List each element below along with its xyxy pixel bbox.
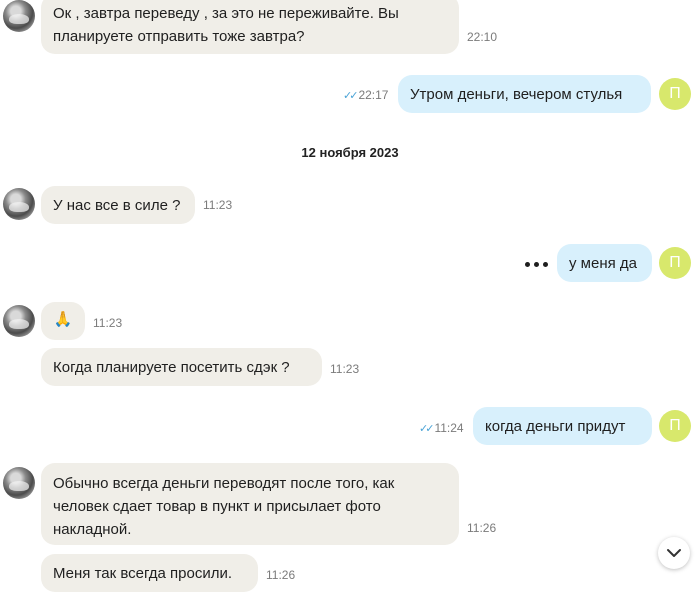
message-time: 22:17	[358, 88, 389, 102]
message-bubble-incoming[interactable]: Обычно всегда деньги переводят после тог…	[41, 463, 459, 545]
message-time: 11:26	[467, 521, 497, 535]
message-bubble-outgoing[interactable]: Утром деньги, вечером стулья	[398, 75, 651, 113]
date-separator: 12 ноября 2023	[301, 145, 399, 160]
scroll-down-button[interactable]	[658, 537, 690, 569]
message-text: планируете отправить тоже завтра?	[53, 28, 305, 45]
message-bubble-outgoing[interactable]: у меня да	[557, 244, 652, 282]
my-avatar[interactable]: П	[659, 78, 691, 110]
message-bubble-incoming[interactable]: Ок , завтра переведу , за это не пережив…	[41, 0, 459, 54]
message-time: 11:26	[266, 568, 296, 582]
message-text: У нас все в силе ?	[53, 197, 181, 214]
message-status: ✓✓ 22:17	[343, 88, 388, 102]
message-text: Обычно всегда деньги переводят после тог…	[53, 475, 395, 492]
double-check-icon: ✓✓	[343, 90, 359, 102]
message-text: Когда планируете посетить сдэк ?	[53, 359, 290, 376]
message-text: Меня так всегда просили.	[53, 565, 233, 582]
message-time: 11:24	[434, 421, 464, 435]
emoji-pray: 🙏	[53, 310, 73, 328]
message-text: Ок , завтра переведу , за это не пережив…	[53, 5, 399, 22]
message-bubble-incoming[interactable]: 🙏	[41, 302, 85, 340]
message-time: 11:23	[203, 198, 233, 212]
message-time: 11:23	[93, 316, 123, 330]
message-time: 22:10	[467, 30, 498, 44]
contact-avatar[interactable]	[3, 467, 35, 499]
message-text: накладной.	[53, 521, 132, 538]
double-check-icon: ✓✓	[419, 423, 435, 435]
message-status: ✓✓ 11:24	[419, 421, 464, 435]
avatar-letter: П	[669, 417, 681, 434]
message-text: человек сдает товар в пункт и присылает …	[53, 498, 381, 515]
message-text: когда деньги придут	[485, 418, 626, 435]
contact-avatar[interactable]	[3, 0, 35, 32]
more-options-icon[interactable]	[525, 262, 548, 267]
avatar-letter: П	[669, 85, 681, 102]
contact-avatar[interactable]	[3, 305, 35, 337]
message-text: у меня да	[569, 255, 637, 272]
message-bubble-outgoing[interactable]: когда деньги придут	[473, 407, 652, 445]
contact-avatar[interactable]	[3, 188, 35, 220]
message-time: 11:23	[330, 362, 360, 376]
message-bubble-incoming[interactable]: Когда планируете посетить сдэк ?	[41, 348, 322, 386]
message-bubble-incoming[interactable]: У нас все в силе ?	[41, 186, 195, 224]
my-avatar[interactable]: П	[659, 410, 691, 442]
avatar-letter: П	[669, 254, 681, 271]
message-bubble-incoming[interactable]: Меня так всегда просили.	[41, 554, 258, 592]
message-text: Утром деньги, вечером стулья	[410, 86, 623, 103]
chat-thread: Ок , завтра переведу , за это не пережив…	[0, 0, 700, 593]
my-avatar[interactable]: П	[659, 247, 691, 279]
chevron-down-icon	[667, 549, 681, 557]
